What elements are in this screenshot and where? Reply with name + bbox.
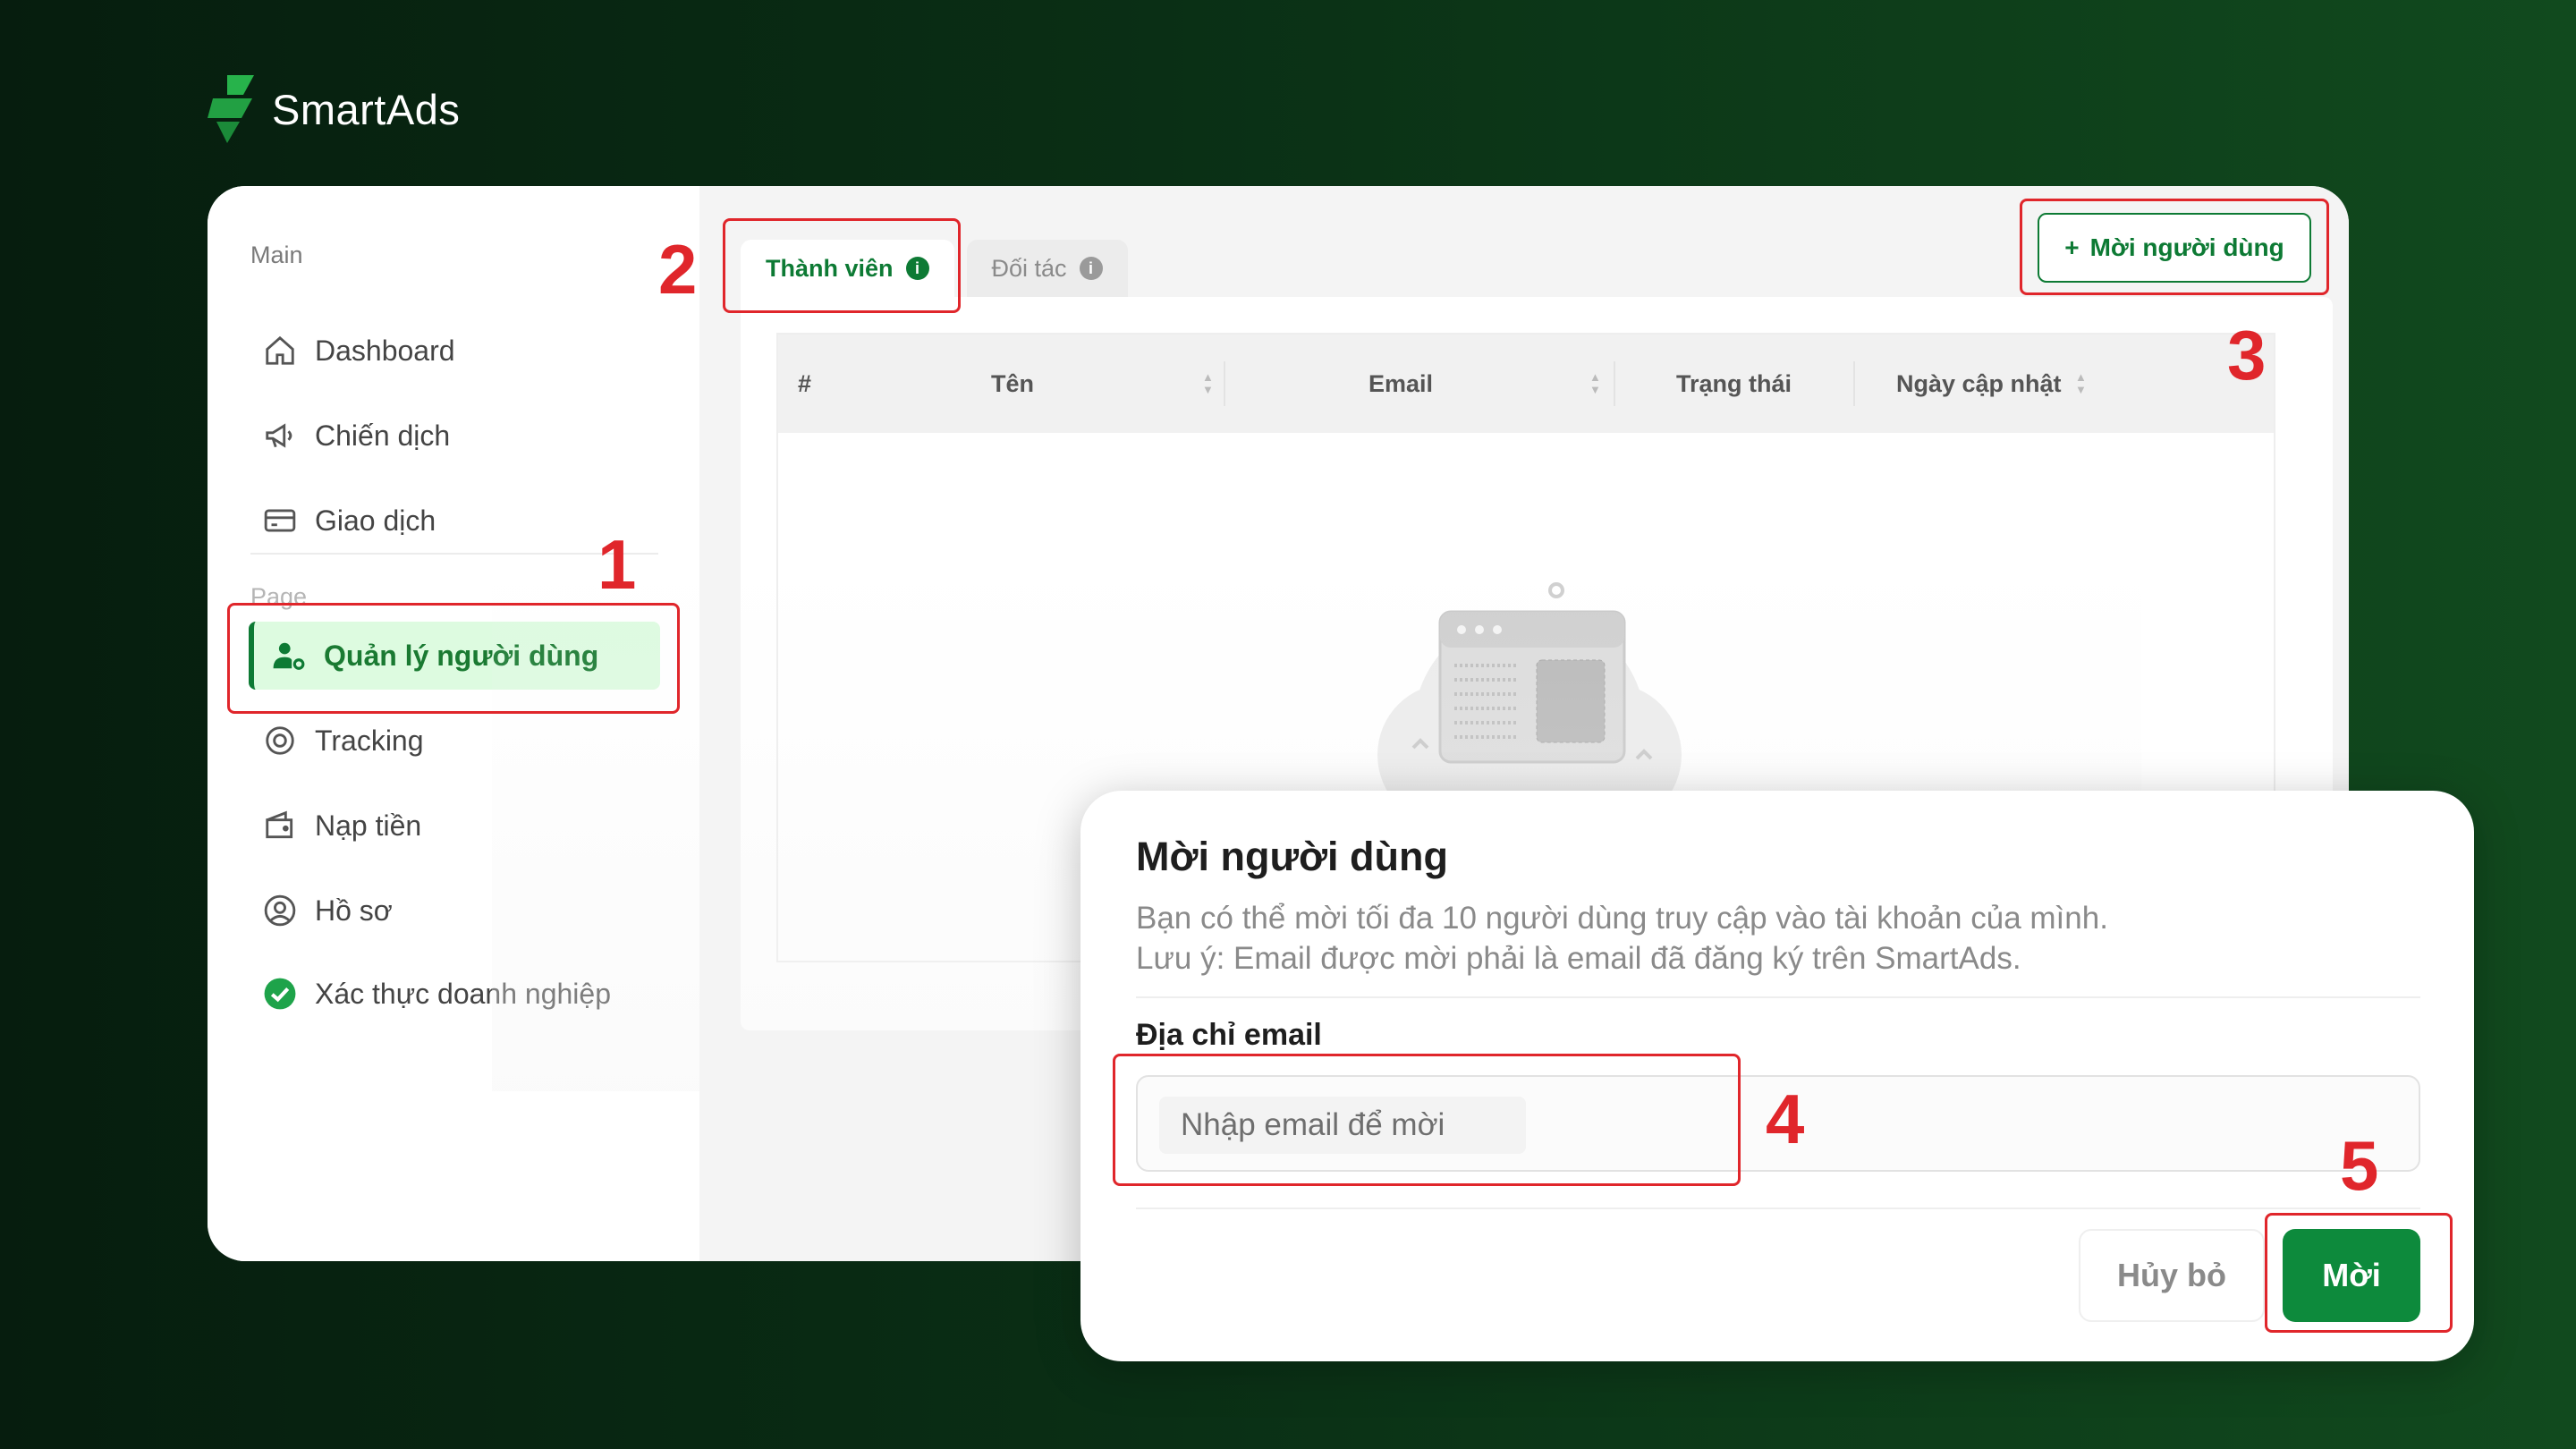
plus-icon: + [2064,233,2080,261]
modal-note-line: Lưu ý: Email được mời phải là email đã đ… [1136,941,2021,976]
sidebar-item-label: Xác thực doanh nghiệp [315,977,611,1010]
modal-divider [1136,996,2420,998]
sidebar-item-label: Dashboard [315,334,455,367]
column-divider [1224,361,1225,406]
smartads-logo-icon [208,75,254,143]
sidebar-item-label: Giao dịch [315,504,436,537]
invite-user-button[interactable]: + Mời người dùng [2038,213,2311,283]
column-header-index[interactable]: # [798,335,811,433]
home-icon [266,335,294,365]
table-header: # Tên ▲ ▼ Email ▲ ▼ Trạng thái Ngày cập nh… [778,335,2274,433]
wallet-icon [266,810,293,839]
sidebar-section-main: Main [250,242,303,268]
invite-user-modal: Mời người dùng Bạn có thể mời tối đa 10 … [1080,791,2474,1361]
tab-partners[interactable]: Đối tác i [966,240,1128,297]
annotation-number-2: 2 [658,230,698,309]
annotation-number-1: 1 [597,525,637,604]
brand-logo: SmartAds [208,75,460,143]
column-divider [1853,361,1855,406]
modal-divider [1136,1208,2420,1209]
column-header-status[interactable]: Trạng thái [1676,335,1792,433]
column-divider [1614,361,1615,406]
sidebar: Main Dashboard Chiến dịch Giao dịch Page… [208,186,699,1261]
sort-icon[interactable]: ▲ ▼ [1202,335,1214,433]
target-icon [266,726,294,755]
sidebar-item-profile[interactable]: Hồ sơ [263,877,662,945]
sidebar-item-label: Quản lý người dùng [324,639,599,672]
modal-description: Bạn có thể mời tối đa 10 người dùng truy… [1136,898,2108,979]
sidebar-item-user-management[interactable]: Quản lý người dùng [249,622,660,690]
tab-label: Thành viên [766,254,894,282]
verified-check-icon [264,978,296,1010]
sidebar-item-dashboard[interactable]: Dashboard [263,317,662,385]
sidebar-item-topup[interactable]: Nạp tiền [263,792,662,860]
annotation-number-3: 3 [2227,316,2267,394]
sort-icon[interactable]: ▲ ▼ [2075,335,2087,433]
sidebar-item-label: Chiến dịch [315,419,451,452]
sort-icon[interactable]: ▲ ▼ [1589,335,1601,433]
modal-description-line: Bạn có thể mời tối đa 10 người dùng truy… [1136,901,2108,936]
invite-user-label: Mời người dùng [2089,233,2284,261]
tabs: Thành viên i Đối tác i [741,240,1128,297]
cancel-button[interactable]: Hủy bỏ [2079,1229,2265,1322]
sidebar-item-label: Nạp tiền [315,809,422,842]
sidebar-item-label: Tracking [315,724,424,757]
modal-title: Mời người dùng [1136,834,1448,879]
brand-name: SmartAds [272,85,461,133]
column-header-email[interactable]: Email [1368,335,1433,433]
annotation-number-4: 4 [1766,1080,1805,1158]
submit-invite-button[interactable]: Mời [2283,1229,2420,1322]
info-icon: i [1079,257,1103,280]
sidebar-item-tracking[interactable]: Tracking [263,707,662,775]
info-icon: i [905,257,929,280]
tab-label: Đối tác [991,254,1067,282]
card-icon [264,509,296,532]
sidebar-item-campaigns[interactable]: Chiến dịch [263,402,662,470]
user-gear-icon [273,642,305,670]
tab-members[interactable]: Thành viên i [741,240,954,297]
email-label: Địa chỉ email [1136,1018,1322,1052]
annotation-number-5: 5 [2340,1126,2379,1205]
megaphone-icon [266,423,292,448]
sidebar-item-business-verification[interactable]: Xác thực doanh nghiệp [263,960,662,1028]
column-header-updated[interactable]: Ngày cập nhật [1896,335,2062,433]
email-field[interactable] [1159,1097,1526,1154]
user-circle-icon [264,894,296,927]
sidebar-item-label: Hồ sơ [315,894,393,927]
sidebar-section-page: Page [250,583,308,610]
column-header-name[interactable]: Tên [991,335,1034,433]
